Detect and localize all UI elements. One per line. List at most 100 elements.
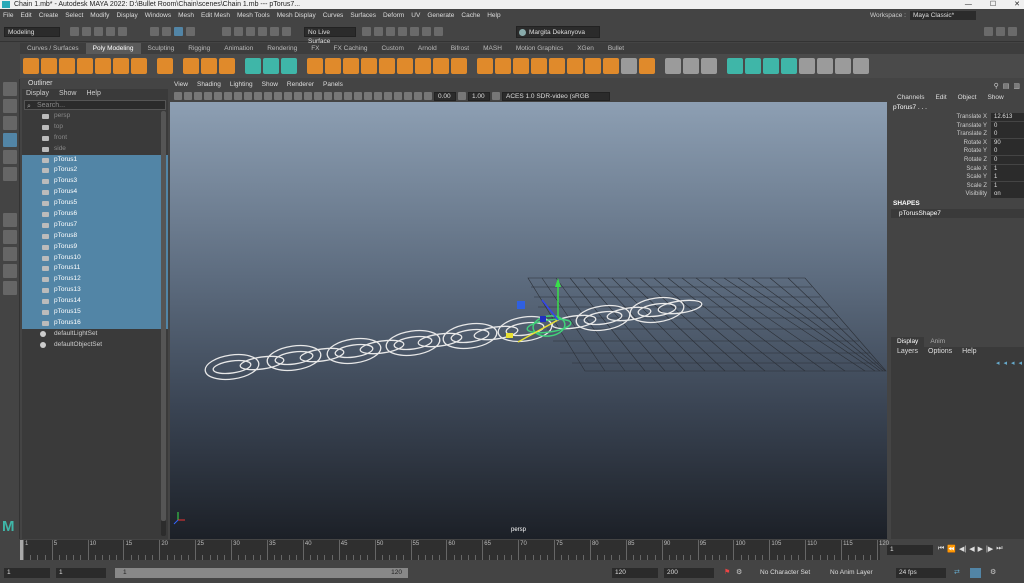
shelf-tab-animation[interactable]: Animation (217, 43, 260, 54)
outliner-item-ptorus6[interactable]: pTorus6 (22, 209, 168, 220)
uv-checker-icon[interactable] (817, 58, 833, 74)
shape-node-name[interactable]: pTorusShape7 (891, 209, 1024, 218)
shelf-tab-rigging[interactable]: Rigging (181, 43, 217, 54)
shelf-tab-rendering[interactable]: Rendering (260, 43, 304, 54)
smooth-shade-icon[interactable] (294, 92, 302, 100)
collapse-icon[interactable] (549, 58, 565, 74)
gate-mask-icon[interactable] (244, 92, 252, 100)
menu-generate[interactable]: Generate (427, 12, 454, 19)
new-layer-from-selection-icon[interactable]: ◂ (1018, 359, 1022, 367)
select-camera-icon[interactable] (174, 92, 182, 100)
reduce-icon[interactable] (603, 58, 619, 74)
channel-box-menu-show[interactable]: Show (987, 94, 1003, 104)
layer-menu-options[interactable]: Options (928, 347, 952, 357)
exposure-icon[interactable] (424, 92, 432, 100)
attr-value-field[interactable]: 1 (991, 173, 1024, 182)
attr-value-field[interactable]: 0 (991, 156, 1024, 164)
menu-windows[interactable]: Windows (145, 12, 171, 19)
boolean-icon[interactable] (307, 58, 323, 74)
safe-title-icon[interactable] (274, 92, 282, 100)
outliner-item-ptorus15[interactable]: pTorus15 (22, 307, 168, 318)
snap-point-icon[interactable] (246, 27, 255, 36)
menu-edit[interactable]: Edit (20, 12, 31, 19)
xray-components-icon[interactable] (414, 92, 422, 100)
render-settings-icon[interactable] (386, 27, 395, 36)
attr-value-field[interactable]: on (991, 190, 1024, 199)
outliner-item-ptorus8[interactable]: pTorus8 (22, 230, 168, 242)
merge-icon[interactable] (451, 58, 467, 74)
minimize-icon[interactable]: — (965, 0, 972, 9)
isolate-select-icon[interactable] (384, 92, 392, 100)
shelf-tab-custom[interactable]: Custom (374, 43, 410, 54)
shelf-tab-motion-graphics[interactable]: Motion Graphics (509, 43, 570, 54)
hypershade-icon[interactable] (398, 27, 407, 36)
viewport-menu-view[interactable]: View (174, 81, 188, 88)
separate-icon[interactable] (263, 58, 279, 74)
smooth-icon[interactable] (281, 58, 297, 74)
wireframe-icon[interactable] (284, 92, 292, 100)
uv-sew-icon[interactable] (853, 58, 869, 74)
outliner-item-ptorus16[interactable]: pTorus16 (22, 317, 168, 329)
current-frame-field[interactable]: 1 (887, 545, 933, 555)
outliner-item-ptorus4[interactable]: pTorus4 (22, 187, 168, 199)
shelf-tab-fx-caching[interactable]: FX Caching (327, 43, 375, 54)
anti-aliasing-icon[interactable] (364, 92, 372, 100)
channel-box-menu-object[interactable]: Object (958, 94, 977, 104)
safe-action-icon[interactable] (264, 92, 272, 100)
bookmark-icon[interactable] (194, 92, 202, 100)
poly-plane-icon[interactable] (113, 58, 129, 74)
user-account-dropdown[interactable]: Margita Dekanyova (516, 26, 600, 38)
combine-icon[interactable] (245, 58, 261, 74)
outliner-item-ptorus10[interactable]: pTorus10 (22, 252, 168, 264)
menu-mesh-display[interactable]: Mesh Display (277, 12, 316, 19)
field-chart-icon[interactable] (254, 92, 262, 100)
attr-value-field[interactable]: 12.613 (991, 113, 1024, 121)
outliner-item-front[interactable]: front (22, 133, 168, 144)
shelf-tab-curves-surfaces[interactable]: Curves / Surfaces (20, 43, 86, 54)
outliner-item-defaultobjectset[interactable]: defaultObjectSet (22, 340, 168, 351)
film-gate-icon[interactable] (224, 92, 232, 100)
auto-key-options-icon[interactable]: ⚙ (736, 568, 742, 576)
image-plane-icon[interactable] (204, 92, 212, 100)
shadows-icon[interactable] (334, 92, 342, 100)
outliner-menu-show[interactable]: Show (59, 89, 77, 98)
persp-outliner-layout-icon[interactable] (3, 264, 17, 278)
arnold-render-icon[interactable] (434, 27, 443, 36)
extrude-icon[interactable] (325, 58, 341, 74)
svg-tool-icon[interactable] (219, 58, 235, 74)
workspace-dropdown[interactable]: Maya Classic* (910, 11, 976, 20)
viewport-menu-renderer[interactable]: Renderer (287, 81, 314, 88)
wedge-icon[interactable] (415, 58, 431, 74)
menu-mesh[interactable]: Mesh (178, 12, 194, 19)
menu-surfaces[interactable]: Surfaces (350, 12, 376, 19)
poke-icon[interactable] (397, 58, 413, 74)
quad-draw-icon[interactable] (495, 58, 511, 74)
shelf-tab-bullet[interactable]: Bullet (601, 43, 631, 54)
maximize-icon[interactable]: ☐ (990, 0, 996, 9)
menu-display[interactable]: Display (116, 12, 137, 19)
anim-layer-dropdown[interactable]: No Anim Layer (830, 569, 873, 576)
scale-tool-icon[interactable] (3, 167, 17, 181)
uv-cut-icon[interactable] (835, 58, 851, 74)
select-tool-icon[interactable] (3, 82, 17, 96)
outliner-item-side[interactable]: side (22, 144, 168, 155)
channel-box-icon[interactable]: ⚲ (994, 82, 999, 91)
menu-curves[interactable]: Curves (323, 12, 344, 19)
attr-value-field[interactable]: 1 (991, 164, 1024, 173)
paint-select-tool-icon[interactable] (3, 116, 17, 130)
close-icon[interactable]: ✕ (1014, 0, 1020, 9)
outliner-scrollbar-thumb[interactable] (161, 111, 166, 521)
outliner-item-ptorus3[interactable]: pTorus3 (22, 176, 168, 188)
render-frame-icon[interactable] (362, 27, 371, 36)
outliner-item-ptorus14[interactable]: pTorus14 (22, 296, 168, 308)
outliner-item-ptorus11[interactable]: pTorus11 (22, 263, 168, 275)
uv-cylindrical-icon[interactable] (745, 58, 761, 74)
render-setup-icon[interactable] (410, 27, 419, 36)
open-scene-icon[interactable] (82, 27, 91, 36)
fill-hole-icon[interactable] (379, 58, 395, 74)
outliner-item-defaultlightset[interactable]: defaultLightSet (22, 329, 168, 340)
grid-icon[interactable] (214, 92, 222, 100)
layer-tab-anim[interactable]: Anim (924, 337, 951, 347)
super-shape-icon[interactable] (183, 58, 199, 74)
snap-grid-icon[interactable] (222, 27, 231, 36)
